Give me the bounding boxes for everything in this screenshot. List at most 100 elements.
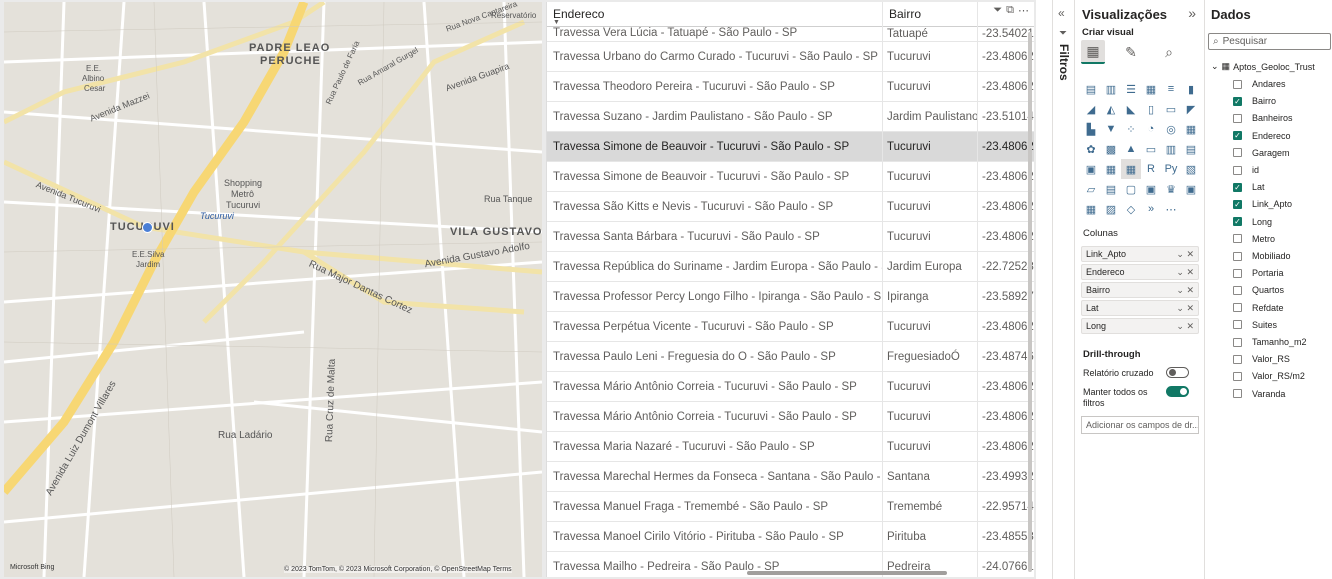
- remove-field-icon[interactable]: ⌄ ✕: [1176, 321, 1194, 331]
- kpi-icon[interactable]: ▤: [1181, 139, 1201, 159]
- collapse-chevron-icon[interactable]: «: [1058, 6, 1065, 20]
- funnel-icon[interactable]: ▼: [1101, 119, 1121, 139]
- filters-pane-label[interactable]: Filtros: [1057, 44, 1071, 81]
- table-row[interactable]: Travessa Vera Lúcia - Tatuapé - São Paul…: [547, 27, 1034, 42]
- paginated-icon[interactable]: ▣: [1141, 179, 1161, 199]
- table-row[interactable]: Travessa Marechal Hermes da Fonseca - Sa…: [547, 462, 1034, 492]
- column-header-bairro[interactable]: Bairro: [883, 2, 977, 27]
- python-visual-icon[interactable]: Py: [1161, 159, 1181, 179]
- keep-all-filters-toggle[interactable]: [1166, 386, 1189, 397]
- field-checkbox[interactable]: [1233, 320, 1242, 330]
- column-well-field[interactable]: Lat ⌄ ✕: [1081, 300, 1199, 316]
- card-icon[interactable]: ▭: [1141, 139, 1161, 159]
- table-row[interactable]: Travessa Perpétua Vicente - Tucuruvi - S…: [547, 312, 1034, 342]
- field-item[interactable]: Suites: [1233, 320, 1277, 330]
- collapse-chevron-icon[interactable]: ⌄: [1211, 61, 1219, 72]
- line-icon[interactable]: ◢: [1081, 99, 1101, 119]
- table-visual[interactable]: Endereco ▼ Bairro ⏷ ⧉ ⋯ Travessa Vera Lú…: [546, 2, 1034, 577]
- power-automate-icon[interactable]: ▦: [1081, 199, 1101, 219]
- table-row[interactable]: Travessa Santa Bárbara - Tucuruvi - São …: [547, 222, 1034, 252]
- table-node[interactable]: ⌄ ▦ Aptos_Geoloc_Trust: [1211, 61, 1315, 72]
- field-checkbox[interactable]: [1233, 371, 1242, 381]
- map-visual[interactable]: PADRE LEAO PERUCHE E.E. Albino Cesar Sho…: [4, 2, 542, 577]
- azure-map-icon[interactable]: ▲: [1121, 139, 1141, 159]
- focus-mode-icon[interactable]: ⧉: [1006, 4, 1014, 17]
- expand-chevron-icon[interactable]: »: [1188, 5, 1196, 21]
- r-visual-icon[interactable]: R: [1141, 159, 1161, 179]
- field-checkbox[interactable]: [1233, 148, 1242, 158]
- stacked-bar-icon[interactable]: ▤: [1081, 79, 1101, 99]
- area-icon[interactable]: ◭: [1101, 99, 1121, 119]
- field-item[interactable]: Metro: [1233, 234, 1275, 244]
- vertical-scrollbar[interactable]: [1028, 32, 1032, 572]
- field-item[interactable]: Andares: [1233, 79, 1286, 89]
- treemap-icon[interactable]: ▦: [1181, 119, 1201, 139]
- field-item[interactable]: ✓ Long: [1233, 217, 1272, 227]
- clustered-column-icon[interactable]: ▦: [1141, 79, 1161, 99]
- field-checkbox[interactable]: [1233, 285, 1242, 295]
- field-checkbox[interactable]: [1233, 113, 1242, 123]
- decomposition-icon[interactable]: ▱: [1081, 179, 1101, 199]
- 100-column-icon[interactable]: ▮: [1181, 79, 1201, 99]
- scatter-icon[interactable]: ⁘: [1121, 119, 1141, 139]
- field-item[interactable]: Refdate: [1233, 303, 1284, 313]
- column-header-endereco[interactable]: Endereco: [547, 2, 882, 27]
- table-row[interactable]: Travessa Maria Nazaré - Tucuruvi - São P…: [547, 432, 1034, 462]
- line-column-icon[interactable]: ▯: [1141, 99, 1161, 119]
- donut-icon[interactable]: ◎: [1161, 119, 1181, 139]
- key-influencers-icon[interactable]: ▧: [1181, 159, 1201, 179]
- field-item[interactable]: Quartos: [1233, 285, 1284, 295]
- narrative-icon[interactable]: ▢: [1121, 179, 1141, 199]
- field-item[interactable]: Portaria: [1233, 268, 1284, 278]
- table-row[interactable]: Travessa Manoel Cirilo Vitório - Piritub…: [547, 522, 1034, 552]
- table-row[interactable]: Travessa Paulo Leni - Freguesia do Ó - S…: [547, 342, 1034, 372]
- matrix-icon[interactable]: ▦: [1121, 159, 1141, 179]
- table-row[interactable]: Travessa República do Suriname - Jardim …: [547, 252, 1034, 282]
- field-item[interactable]: Garagem: [1233, 148, 1290, 158]
- column-well-field[interactable]: Long ⌄ ✕: [1081, 318, 1199, 334]
- field-checkbox[interactable]: [1233, 234, 1242, 244]
- filters-pane-collapsed[interactable]: « ⏷ Filtros: [1052, 0, 1074, 579]
- trophy-icon[interactable]: ♛: [1161, 179, 1181, 199]
- field-item[interactable]: id: [1233, 165, 1259, 175]
- search-input[interactable]: ⌕ Pesquisar: [1208, 33, 1331, 50]
- remove-field-icon[interactable]: ⌄ ✕: [1176, 249, 1194, 259]
- qa-icon[interactable]: ▤: [1101, 179, 1121, 199]
- filter-icon[interactable]: ⏷: [993, 4, 1002, 17]
- multirow-card-icon[interactable]: ▥: [1161, 139, 1181, 159]
- location-pin-icon[interactable]: [142, 222, 153, 233]
- table-row[interactable]: Travessa São Kitts e Nevis - Tucuruvi - …: [547, 192, 1034, 222]
- field-item[interactable]: Valor_RS: [1233, 354, 1290, 364]
- line-clustered-icon[interactable]: ▭: [1161, 99, 1181, 119]
- table-row[interactable]: Travessa Professor Percy Longo Filho - I…: [547, 282, 1034, 312]
- diamond-icon[interactable]: ◇: [1121, 199, 1141, 219]
- field-checkbox[interactable]: [1233, 165, 1242, 175]
- ribbon-icon[interactable]: ◤: [1181, 99, 1201, 119]
- clustered-bar-icon[interactable]: ☰: [1121, 79, 1141, 99]
- map-icon[interactable]: ✿: [1081, 139, 1101, 159]
- pie-icon[interactable]: ◔: [1141, 119, 1161, 139]
- more-options-icon[interactable]: ⋯: [1018, 4, 1029, 17]
- horizontal-scrollbar[interactable]: [747, 571, 947, 575]
- field-item[interactable]: Varanda: [1233, 389, 1285, 399]
- remove-field-icon[interactable]: ⌄ ✕: [1176, 303, 1194, 313]
- field-checkbox[interactable]: [1233, 268, 1242, 278]
- add-drill-through-fields[interactable]: Adicionar os campos de dr...: [1081, 416, 1199, 434]
- table-row[interactable]: Travessa Theodoro Pereira - Tucuruvi - S…: [547, 72, 1034, 102]
- slicer-icon[interactable]: ▣: [1081, 159, 1101, 179]
- more-visuals-icon[interactable]: ⋯: [1161, 199, 1181, 219]
- table-row[interactable]: Travessa Simone de Beauvoir - Tucuruvi -…: [547, 162, 1034, 192]
- column-well-field[interactable]: Link_Apto ⌄ ✕: [1081, 246, 1199, 262]
- filled-map-icon[interactable]: ▩: [1101, 139, 1121, 159]
- field-item[interactable]: ✓ Bairro: [1233, 96, 1276, 106]
- stacked-area-icon[interactable]: ◣: [1121, 99, 1141, 119]
- table-row[interactable]: Travessa Suzano - Jardim Paulistano - Sã…: [547, 102, 1034, 132]
- table-row[interactable]: Travessa Mário Antônio Correia - Tucuruv…: [547, 402, 1034, 432]
- analytics-icon[interactable]: ⌕: [1157, 40, 1181, 64]
- field-checkbox[interactable]: [1233, 251, 1242, 261]
- column-well-field[interactable]: Bairro ⌄ ✕: [1081, 282, 1199, 298]
- field-checkbox[interactable]: [1233, 354, 1242, 364]
- field-item[interactable]: Mobiliado: [1233, 251, 1291, 261]
- field-checkbox[interactable]: ✓: [1233, 131, 1242, 141]
- table-row[interactable]: Travessa Urbano do Carmo Curado - Tucuru…: [547, 42, 1034, 72]
